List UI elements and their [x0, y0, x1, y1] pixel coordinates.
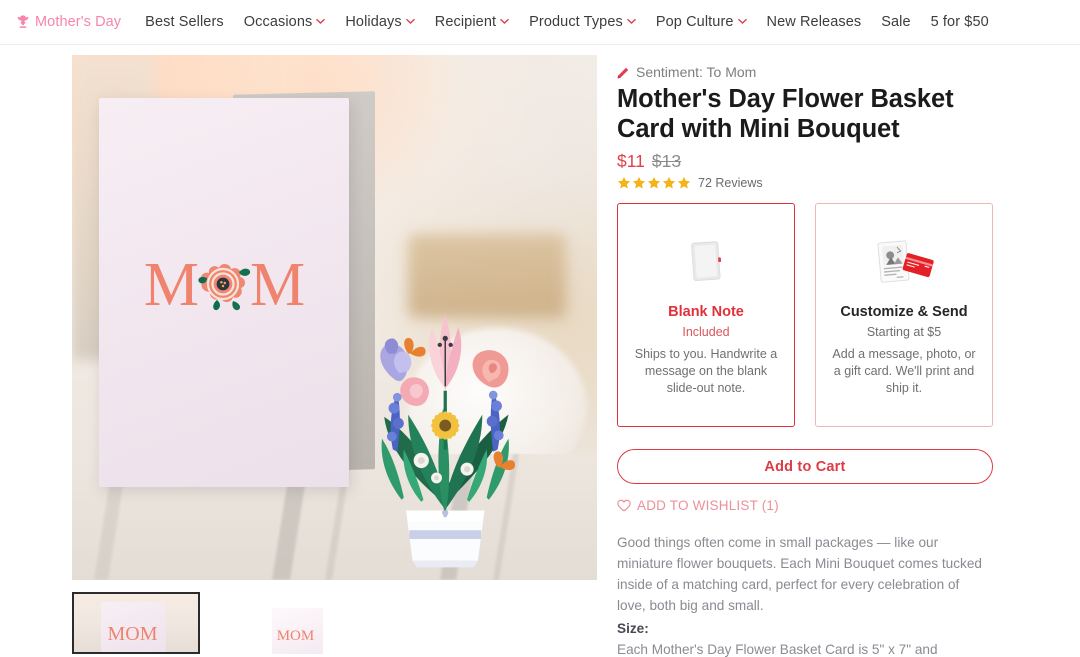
product-description: Good things often come in small packages…	[617, 532, 989, 657]
nav-item-product-types[interactable]: Product Types	[529, 14, 636, 30]
option-card-blank-note[interactable]: Blank Note Included Ships to you. Handwr…	[617, 203, 795, 428]
bouquet-peony	[399, 377, 429, 406]
add-to-wishlist-button[interactable]: ADD TO WISHLIST (1)	[617, 498, 779, 513]
thumbnail-strip: MOM MOM	[72, 592, 600, 654]
nav-item-best-sellers[interactable]: Best Sellers	[145, 14, 224, 30]
main-navigation: Mother's Day Best Sellers Occasions Holi…	[0, 0, 1080, 45]
nav-item-label: Recipient	[434, 14, 497, 30]
option-subtitle: Included	[682, 325, 730, 340]
mom-letter-m2: M	[249, 250, 305, 319]
mom-letter-m: M	[143, 250, 199, 319]
description-size-label: Size:	[617, 621, 649, 637]
thumbnail-1[interactable]: MOM	[214, 592, 342, 654]
thumbnail-0[interactable]: MOM	[72, 592, 200, 654]
nav-item-label: Holidays	[345, 14, 402, 30]
sentiment-row: Sentiment: To Mom	[617, 64, 1010, 80]
pencil-icon	[617, 66, 630, 79]
star-icon	[647, 176, 661, 189]
nav-item-5-for-50[interactable]: 5 for $50	[931, 14, 989, 30]
nav-item-new-releases[interactable]: New Releases	[767, 14, 862, 30]
page-title: Mother's Day Flower Basket Card with Min…	[617, 85, 954, 143]
personalization-options: Blank Note Included Ships to you. Handwr…	[617, 203, 1010, 428]
nav-item-label: Pop Culture	[655, 14, 734, 30]
tulip-icon	[16, 14, 30, 30]
mom-lettering: M M	[117, 246, 331, 324]
bouquet-pot	[405, 509, 485, 568]
product-page: M M MOM MOM Sentiment: To Mom Mother's D…	[0, 45, 1080, 657]
nav-item-label: Best Sellers	[145, 14, 224, 30]
option-title: Blank Note	[668, 304, 744, 321]
chevron-down-icon	[405, 18, 415, 27]
nav-item-label: Occasions	[243, 14, 313, 30]
nav-item-pop-culture[interactable]: Pop Culture	[656, 14, 747, 30]
nav-item-sale[interactable]: Sale	[881, 14, 910, 30]
star-icon	[662, 176, 676, 189]
review-count: 72 Reviews	[698, 176, 763, 191]
bouquet-sunflower	[430, 411, 459, 440]
nav-item-label: 5 for $50	[930, 14, 989, 30]
product-hero-image[interactable]: M M	[72, 55, 597, 580]
nav-item-holidays[interactable]: Holidays	[345, 14, 415, 30]
option-description: Add a message, photo, or a gift card. We…	[832, 347, 976, 395]
nav-item-label: Product Types	[529, 14, 623, 30]
product-gallery: M M MOM MOM	[0, 55, 600, 657]
wishlist-label: ADD TO WISHLIST (1)	[637, 498, 779, 514]
star-icon	[632, 176, 646, 189]
nav-item-recipient[interactable]: Recipient	[435, 14, 509, 30]
greeting-card-front: M M	[99, 98, 349, 487]
add-to-cart-button[interactable]: Add to Cart	[617, 449, 993, 485]
nav-item-label: Mother's Day	[35, 14, 122, 30]
star-icon	[677, 176, 691, 189]
option-description: Ships to you. Handwrite a message on the…	[634, 347, 778, 395]
bouquet-salmon-rose	[472, 350, 508, 388]
thumbnail-mom-text: MOM	[276, 628, 315, 645]
nav-item-occasions[interactable]: Occasions	[244, 14, 326, 30]
blank-card-icon	[677, 230, 735, 296]
star-rating	[617, 176, 691, 190]
option-title: Customize & Send	[840, 304, 968, 321]
option-subtitle: Starting at $5	[866, 325, 942, 340]
option-card-customize-send[interactable]: Customize & Send Starting at $5 Add a me…	[815, 203, 993, 428]
nav-item-mothers-day[interactable]: Mother's Day	[16, 14, 121, 30]
nav-item-label: Sale	[881, 14, 911, 30]
thumbnail-mom-text: MOM	[107, 623, 158, 646]
sentiment-label: Sentiment: To Mom	[636, 64, 757, 80]
heart-icon	[617, 499, 631, 512]
description-size-text: Each Mother's Day Flower Basket Card is …	[617, 642, 938, 657]
photo-gift-card-icon	[870, 230, 938, 296]
price-original: $13	[651, 151, 682, 172]
chevron-down-icon	[627, 18, 636, 27]
rose-flower-icon	[195, 256, 253, 314]
chevron-down-icon	[737, 18, 747, 27]
chevron-down-icon	[316, 18, 326, 27]
nav-item-label: New Releases	[766, 14, 862, 30]
rating-row[interactable]: 72 Reviews	[617, 176, 1010, 190]
star-icon	[617, 176, 631, 189]
description-intro: Good things often come in small packages…	[617, 535, 982, 614]
price-current: $11	[617, 151, 645, 172]
popup-paper-bouquet	[335, 286, 556, 570]
price-row: $11 $13	[617, 151, 1010, 172]
chevron-down-icon	[500, 18, 509, 27]
product-details: Sentiment: To Mom Mother's Day Flower Ba…	[600, 55, 1080, 657]
